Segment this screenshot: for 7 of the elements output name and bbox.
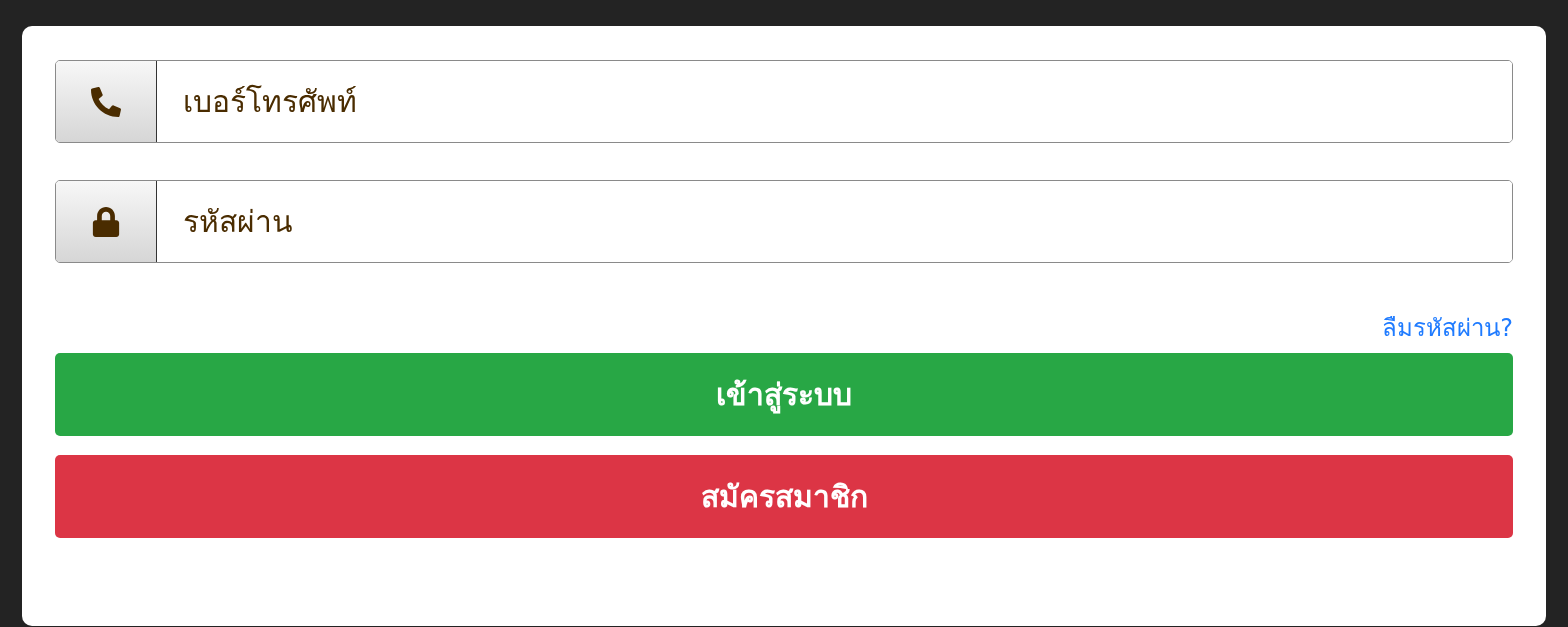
forgot-password-link[interactable]: ลืมรหัสผ่าน? [1382,308,1513,347]
lock-icon [91,206,121,237]
phone-icon [91,86,121,117]
password-field[interactable]: รหัสผ่าน [55,180,1513,263]
phone-field[interactable]: เบอร์โทรศัพท์ [55,60,1513,143]
register-button[interactable]: สมัครสมาชิก [55,455,1513,538]
login-button[interactable]: เข้าสู่ระบบ [55,353,1513,436]
